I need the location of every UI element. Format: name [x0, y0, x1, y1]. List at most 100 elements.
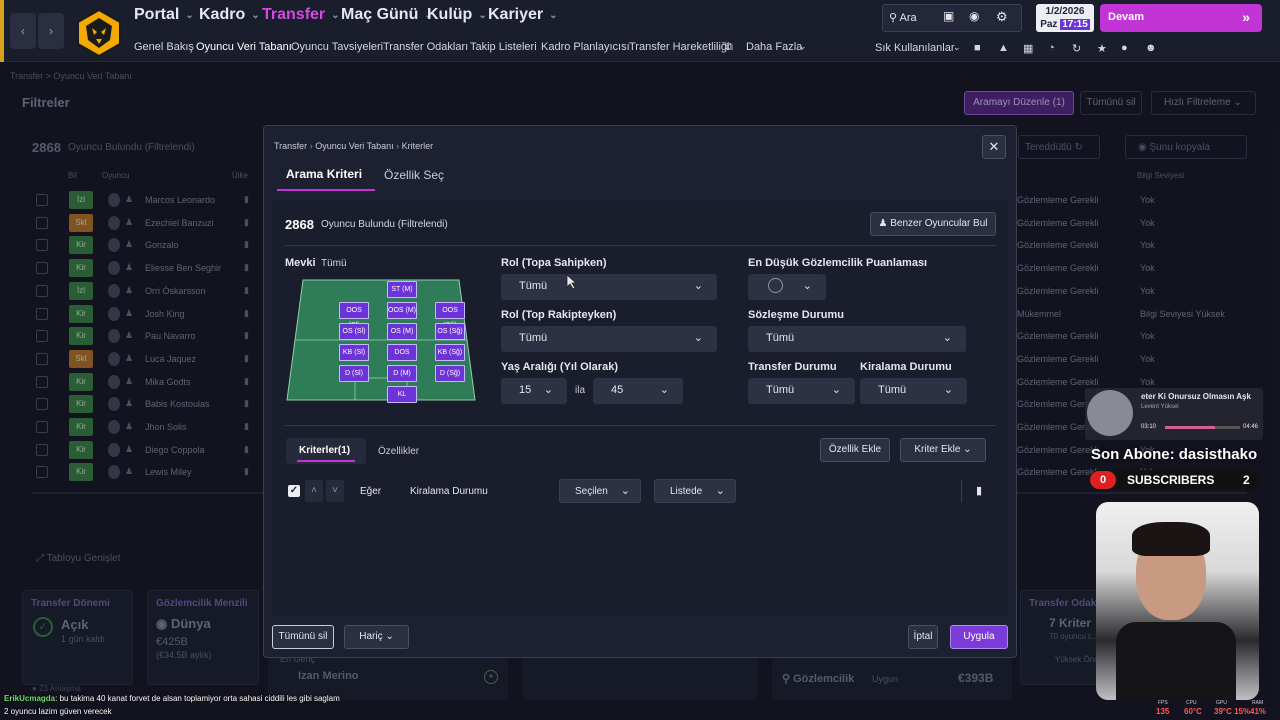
clear-all-criteria-button[interactable]: Tümünü sil	[272, 625, 334, 649]
exclude-dropdown[interactable]: Hariç ⌄	[344, 625, 409, 649]
save-icon[interactable]: ▣	[943, 9, 954, 23]
chevron-down-icon: ⌄	[802, 280, 812, 292]
contract-status-dropdown[interactable]: Tümü ⌄	[748, 326, 966, 352]
time-value: 17:15	[1060, 19, 1090, 30]
subtab-attributes[interactable]: Özellikler	[378, 446, 419, 457]
club-logo[interactable]	[74, 8, 124, 58]
apply-button[interactable]: Uygula	[950, 625, 1008, 649]
submenu-kadro-planlayicisi[interactable]: Kadro Planlayıcısı	[541, 41, 630, 53]
role-out-possession-dropdown[interactable]: Tümü ⌄	[501, 326, 717, 352]
position-button[interactable]: KL	[387, 386, 417, 403]
webcam-shirt	[1116, 622, 1236, 700]
position-button[interactable]: OS (Sğ)	[435, 323, 465, 340]
stat-key: FPS	[1158, 700, 1168, 706]
criterion-if-label: Eğer	[360, 486, 382, 497]
chat-message: : bu takima 40 kanat forvet de alsan top…	[55, 694, 340, 703]
submenu-daha-fazla[interactable]: Daha Fazla	[746, 41, 802, 53]
gear-icon[interactable]: ⚙	[996, 9, 1008, 25]
clipboard-icon[interactable]: ▦	[1023, 42, 1033, 55]
position-button[interactable]: DOS	[387, 344, 417, 361]
continue-button[interactable]: Devam »	[1100, 4, 1262, 32]
tactics-icon[interactable]: ◔	[1048, 42, 1055, 54]
shirt-icon[interactable]: ▲	[998, 42, 1009, 54]
criterion-value-value: Listede	[670, 486, 703, 497]
wolf-crest-icon	[77, 8, 121, 58]
position-button[interactable]: OOS (Sl)	[339, 302, 369, 329]
criterion-operator-dropdown[interactable]: Seçilen ⌄	[559, 479, 641, 503]
position-button[interactable]: OS (Sl)	[339, 323, 369, 340]
transfer-status-label: Transfer Durumu	[748, 361, 837, 373]
criterion-checkbox[interactable]: ✓	[288, 485, 300, 497]
shortcuts-dropdown[interactable]: Sık Kullanılanlar	[875, 42, 955, 54]
breadcrumb-transfer[interactable]: Transfer	[274, 141, 307, 151]
position-button[interactable]: OOS (M)	[387, 302, 417, 319]
search-group: ⚲ Ara ▣ ◉ ⚙	[882, 4, 1022, 32]
trophy-icon[interactable]: ★	[1097, 42, 1107, 55]
chevron-down-icon: ⌄	[185, 9, 194, 21]
submenu-genel-bakis[interactable]: Genel Bakış	[134, 41, 194, 53]
subtab-criteria[interactable]: Kriterler(1)	[299, 445, 350, 456]
last-subscriber: Son Abone: dasisthako	[1091, 446, 1258, 463]
breadcrumb-player-db[interactable]: Oyuncu Veri Tabanı	[315, 141, 393, 151]
menu-portal[interactable]: Portal ⌄	[134, 6, 194, 24]
menu-kulup[interactable]: Kulüp ⌄	[427, 6, 487, 24]
menu-kadro[interactable]: Kadro ⌄	[199, 6, 260, 24]
find-similar-players-button[interactable]: ♟ Benzer Oyuncular Bul	[870, 212, 996, 236]
criteria-modal: Transfer › Oyuncu Veri Tabanı › Kriterle…	[263, 125, 1017, 658]
webcam-feed	[1096, 502, 1259, 700]
stat-key: GPU	[1216, 700, 1227, 706]
chat-icon[interactable]: ■	[974, 42, 981, 54]
refresh-icon[interactable]: ↻	[1072, 42, 1081, 55]
age-to-dropdown[interactable]: 45 ⌄	[593, 378, 683, 404]
position-button[interactable]: KB (Sl)	[339, 344, 369, 361]
submenu-transfer-hareketliligi[interactable]: Transfer Hareketliliği	[629, 41, 729, 53]
role-in-possession-value: Tümü	[519, 280, 548, 292]
move-up-button[interactable]: ˄	[305, 480, 323, 502]
criterion-value-dropdown[interactable]: Listede ⌄	[654, 479, 736, 503]
forward-button[interactable]: ›	[38, 13, 64, 49]
menu-mac-gunu[interactable]: Maç Günü ⌄	[341, 6, 433, 24]
chevron-down-icon: ⌄	[385, 631, 394, 642]
position-button[interactable]: D (Sğ)	[435, 365, 465, 382]
staff-icon[interactable]: ☻	[1145, 42, 1157, 54]
ball-icon[interactable]: ●	[1121, 42, 1128, 54]
chevron-down-icon: ⌄	[549, 9, 558, 21]
sub-count-right: 2	[1243, 473, 1250, 487]
bulb-icon[interactable]: ◉	[969, 9, 979, 23]
accent-strip	[0, 0, 4, 62]
age-from-dropdown[interactable]: 15 ⌄	[501, 378, 567, 404]
submenu-oyuncu-tavsiyeleri[interactable]: Oyuncu Tavsiyeleri	[291, 41, 383, 53]
back-button[interactable]: ‹	[10, 13, 36, 49]
stat-key: CPU	[1186, 700, 1197, 706]
hardware-stats: FPS 135 CPU 60°C GPU 39°C 15% RAM 41%	[1150, 700, 1280, 720]
menu-kariyer[interactable]: Kariyer ⌄	[488, 6, 558, 24]
tab-search-criteria[interactable]: Arama Kriteri	[286, 167, 362, 181]
tab-select-attribute[interactable]: Özellik Seç	[384, 168, 444, 182]
move-down-button[interactable]: ˅	[326, 480, 344, 502]
loan-status-dropdown[interactable]: Tümü ⌄	[860, 378, 967, 404]
role-in-possession-dropdown[interactable]: Tümü ⌄	[501, 274, 717, 300]
min-scout-rating-dropdown[interactable]: ⌄	[748, 274, 826, 300]
transfer-status-dropdown[interactable]: Tümü ⌄	[748, 378, 855, 404]
chevron-down-icon: ˅	[332, 485, 338, 496]
cancel-button[interactable]: İptal	[908, 625, 938, 649]
search-button[interactable]: ⚲ Ara	[889, 11, 917, 24]
submenu-takip-listeleri[interactable]: Takip Listeleri	[470, 41, 537, 53]
chevron-down-icon: ⌄	[715, 485, 725, 497]
position-button[interactable]: ST (M)	[387, 281, 417, 298]
position-button[interactable]: D (M)	[387, 365, 417, 382]
role-out-possession-label: Rol (Top Rakipteyken)	[501, 309, 617, 321]
submenu-oyuncu-veri-tabani[interactable]: Oyuncu Veri Tabanı	[196, 41, 292, 53]
menu-transfer[interactable]: Transfer ⌄	[262, 6, 340, 24]
position-button[interactable]: OS (M)	[387, 323, 417, 340]
add-attribute-button[interactable]: Özellik Ekle	[820, 438, 890, 462]
position-value: Tümü	[321, 258, 347, 269]
submenu-transfer-odaklari[interactable]: Transfer Odakları	[383, 41, 468, 53]
position-button[interactable]: D (Sl)	[339, 365, 369, 382]
position-button[interactable]: OOS (Sğ)	[435, 302, 465, 329]
position-button[interactable]: KB (Sğ)	[435, 344, 465, 361]
trash-icon[interactable]: ▮	[976, 484, 982, 497]
divider	[285, 245, 996, 246]
add-criteria-button[interactable]: Kriter Ekle ⌄	[900, 438, 986, 462]
close-button[interactable]: ✕	[982, 135, 1006, 159]
